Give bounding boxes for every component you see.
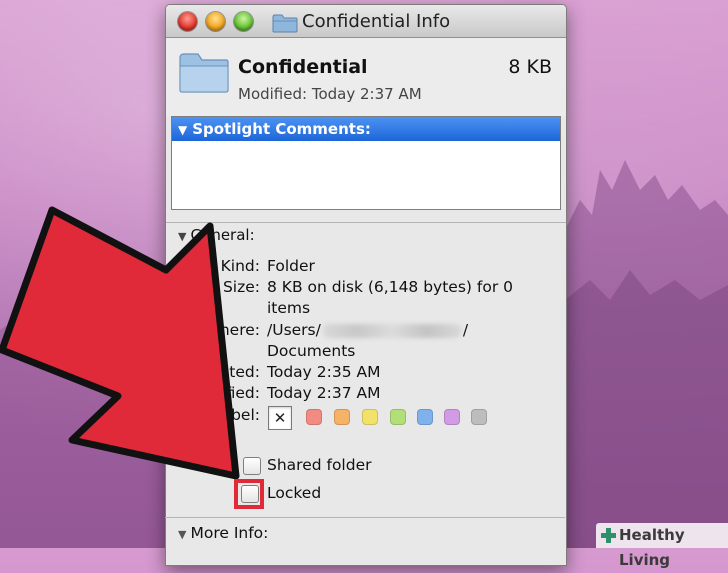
plus-cross-icon	[601, 528, 616, 543]
annotation-arrow-icon	[0, 206, 240, 480]
locked-highlight-box	[234, 479, 264, 509]
watermark: Healthy Living	[596, 523, 728, 569]
watermark-text: Healthy Living	[619, 526, 685, 569]
